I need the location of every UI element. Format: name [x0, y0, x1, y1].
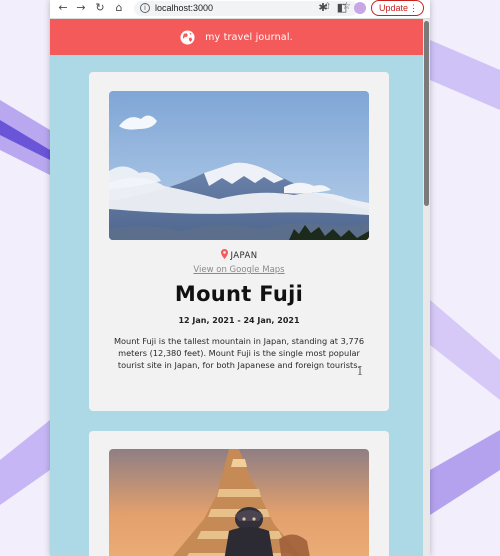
site-title: my travel journal.: [205, 31, 293, 43]
browser-window: ← → ↻ ⌂ i localhost:3000 ⇧ ☆ ✱ ◧ Update …: [50, 0, 430, 556]
url-text: localhost:3000: [155, 3, 214, 13]
back-arrow-icon[interactable]: ←: [56, 1, 70, 15]
google-maps-link[interactable]: View on Google Maps: [89, 265, 389, 275]
temple-statue-photo: [109, 449, 369, 556]
site-header: my travel journal.: [50, 19, 423, 55]
update-button-label: Update: [379, 3, 409, 13]
extensions-icon[interactable]: ✱: [316, 1, 330, 15]
entry-dates: 12 Jan, 2021 - 24 Jan, 2021: [178, 316, 300, 325]
location-label: JAPAN: [230, 251, 258, 261]
info-icon[interactable]: i: [140, 3, 150, 13]
journal-entry-card: JAPAN View on Google Maps Mount Fuji 12 …: [89, 72, 389, 411]
home-icon[interactable]: ⌂: [112, 1, 126, 15]
menu-dots-icon[interactable]: ⋮: [409, 1, 418, 15]
location-pin-icon: [220, 249, 228, 259]
page-content: my travel journal. JAPAN View on Google …: [50, 19, 430, 556]
forward-arrow-icon[interactable]: →: [74, 1, 88, 15]
journal-entry-card: [89, 431, 389, 556]
update-button[interactable]: Update ⋮: [371, 0, 424, 16]
entry-location: JAPAN: [89, 249, 389, 261]
globe-icon: [180, 29, 195, 45]
mount-fuji-photo: [109, 91, 369, 240]
reload-icon[interactable]: ↻: [93, 1, 107, 15]
entry-description: Mount Fuji is the tallest mountain in Ja…: [113, 336, 365, 370]
entry-title: Mount Fuji: [174, 282, 304, 306]
profile-avatar[interactable]: [354, 2, 366, 14]
browser-toolbar: ← → ↻ ⌂ i localhost:3000 ⇧ ☆ ✱ ◧ Update …: [50, 0, 430, 19]
text-cursor-icon: [358, 366, 362, 375]
sidebar-icon[interactable]: ◧: [335, 1, 349, 15]
scrollbar-thumb[interactable]: [424, 21, 429, 206]
